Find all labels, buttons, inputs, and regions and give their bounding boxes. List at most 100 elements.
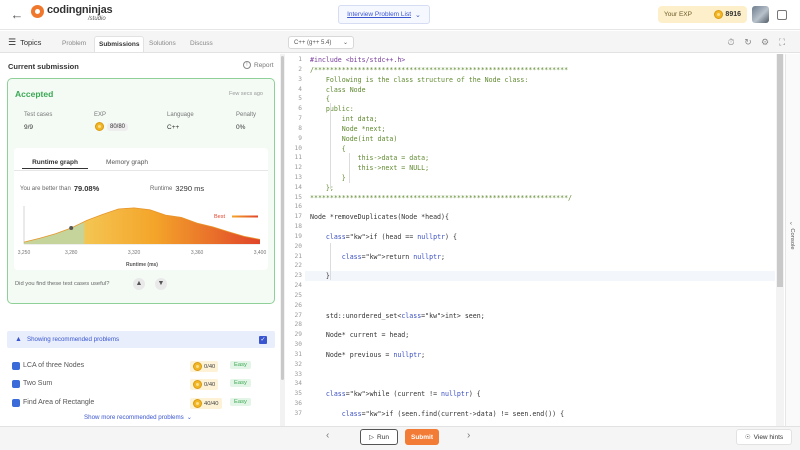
coin-icon [714, 10, 724, 19]
code-line[interactable]: class Node [310, 86, 366, 94]
coin-icon [193, 399, 202, 408]
console-label[interactable]: Console [789, 219, 795, 259]
runtime-label: Runtime [150, 185, 173, 192]
useful-question: Did you find these test cases useful? [15, 281, 110, 287]
code-line[interactable]: std::unordered_set<class="kw">int> seen; [310, 312, 485, 320]
x-tick-label: 3,320 [128, 250, 141, 256]
next-problem-icon[interactable]: › [467, 430, 470, 441]
tab-discuss[interactable]: Discuss [186, 36, 217, 52]
problem-icon [12, 362, 20, 370]
tab-runtime-graph[interactable]: Runtime graph [22, 156, 88, 169]
info-icon: ! [243, 61, 251, 69]
best-label: Best [214, 214, 225, 220]
language-select[interactable]: C++ (g++ 5.4) ⌄ [288, 36, 354, 49]
coin-icon [193, 362, 202, 371]
view-hints-button[interactable]: ☉ View hints [736, 429, 792, 445]
recommended-item[interactable]: Two Sum 0/40 Easy [12, 378, 252, 390]
interview-problem-list-dropdown[interactable]: Interview Problem List ⌄ [338, 5, 430, 24]
stat-label-penalty: Penalty [236, 112, 257, 118]
code-line[interactable]: class="kw">while (current != nullptr) { [310, 390, 481, 398]
coin-icon [193, 380, 202, 389]
topics-button[interactable]: ☰ Topics [8, 34, 41, 50]
better-than-value: 79.08% [73, 184, 100, 193]
tab-memory-graph[interactable]: Memory graph [97, 156, 157, 169]
line-number: 6 [298, 105, 302, 113]
thumbs-up-icon[interactable]: ▲ [133, 278, 145, 290]
checkbox-checked-icon[interactable]: ✓ [259, 335, 267, 344]
code-line[interactable]: public: [310, 105, 354, 113]
tab-submissions[interactable]: Submissions [94, 36, 145, 52]
recommended-item-score: 40/40 [190, 398, 222, 409]
score-value: 0/40 [204, 381, 216, 388]
view-hints-label: View hints [753, 433, 784, 441]
line-number: 4 [298, 85, 302, 93]
code-line[interactable]: } [310, 272, 330, 280]
coin-icon [95, 122, 104, 131]
best-gradient-bar [232, 215, 258, 218]
thumbs-down-icon[interactable]: ▼ [155, 278, 167, 290]
line-number: 25 [294, 291, 302, 299]
report-button[interactable]: ! Report [243, 61, 274, 69]
recommended-item[interactable]: Find Area of Rectangle 40/40 Easy [12, 397, 252, 409]
recommended-item-name: LCA of three Nodes [23, 362, 85, 369]
line-number: 24 [294, 282, 302, 290]
reset-icon[interactable]: ↻ [743, 37, 753, 47]
problem-list-label: Interview Problem List [347, 11, 412, 18]
tab-solutions[interactable]: Solutions [145, 36, 180, 52]
previous-problem-icon[interactable]: ‹ [326, 430, 329, 441]
lightbulb-icon: ☉ [744, 434, 751, 441]
stat-value-test-cases: 9/9 [24, 124, 34, 131]
tab-problem[interactable]: Problem [58, 36, 90, 52]
code-line[interactable]: this->data = data; [310, 154, 429, 162]
your-runtime-marker [69, 226, 74, 230]
line-number: 31 [294, 350, 302, 358]
settings-gear-icon[interactable]: ⚙ [760, 37, 770, 47]
show-more-recommended-link[interactable]: Show more recommended problems ⌄ [84, 414, 192, 421]
code-line[interactable]: ****************************************… [310, 194, 572, 202]
editor-scrollbar-thumb[interactable] [777, 54, 783, 287]
app-grid-icon[interactable] [777, 10, 787, 20]
code-line[interactable]: class="kw">if (head == nullptr) { [310, 233, 457, 241]
submit-button[interactable]: Submit [405, 429, 439, 445]
left-panel-scrollbar-thumb[interactable] [281, 56, 284, 380]
code-line[interactable]: Following is the class structure of the … [310, 76, 528, 84]
line-number: 21 [294, 252, 302, 260]
code-line[interactable]: Node *next; [310, 125, 386, 133]
line-number: 2 [298, 65, 302, 73]
code-line[interactable]: class="kw">if (seen.find(current->data) … [310, 410, 564, 418]
score-value: 40/40 [204, 400, 219, 407]
code-line[interactable]: int data; [310, 115, 378, 123]
code-line[interactable]: } [310, 174, 346, 182]
code-line[interactable]: this->next = NULL; [310, 164, 429, 172]
indent-guide [349, 153, 350, 183]
line-number: 17 [294, 213, 302, 221]
back-arrow-icon[interactable]: ← [10, 8, 24, 22]
recommended-item-name: Two Sum [23, 380, 53, 387]
code-line[interactable]: Node* current = head; [310, 331, 409, 339]
submission-status: Accepted [15, 89, 54, 99]
code-line[interactable]: #include <bits/stdc++.h> [310, 56, 405, 64]
line-number: 28 [294, 321, 302, 329]
submission-time: Few secs ago [229, 91, 263, 97]
line-number: 12 [294, 164, 302, 172]
exp-badge[interactable]: Your EXP 8916 [658, 6, 747, 23]
recommended-header[interactable]: ▲ Showing recommended problems ✓ [7, 331, 275, 348]
x-tick-label: 3,400 [254, 250, 267, 256]
stat-value-penalty: 0% [236, 124, 246, 131]
code-line[interactable]: { [310, 145, 346, 153]
line-number: 9 [298, 134, 302, 142]
problem-icon [12, 399, 20, 407]
fullscreen-icon[interactable]: ⛶ [777, 37, 787, 47]
recommended-item[interactable]: LCA of three Nodes 0/40 Easy [12, 360, 252, 372]
code-line[interactable]: { [310, 95, 330, 103]
stat-value-language: C++ [167, 124, 180, 131]
runtime-value: 3290 ms [175, 184, 205, 193]
run-button[interactable]: ▷ Run [360, 429, 398, 445]
line-number: 30 [294, 341, 302, 349]
code-line[interactable]: /***************************************… [310, 66, 568, 74]
user-avatar[interactable] [752, 6, 769, 23]
code-line[interactable]: Node(int data) [310, 135, 398, 143]
code-line[interactable]: Node *removeDuplicates(Node *head){ [310, 213, 449, 221]
code-line[interactable]: Node* previous = nullptr; [310, 351, 425, 359]
timer-icon[interactable]: ⏱ [726, 37, 736, 47]
